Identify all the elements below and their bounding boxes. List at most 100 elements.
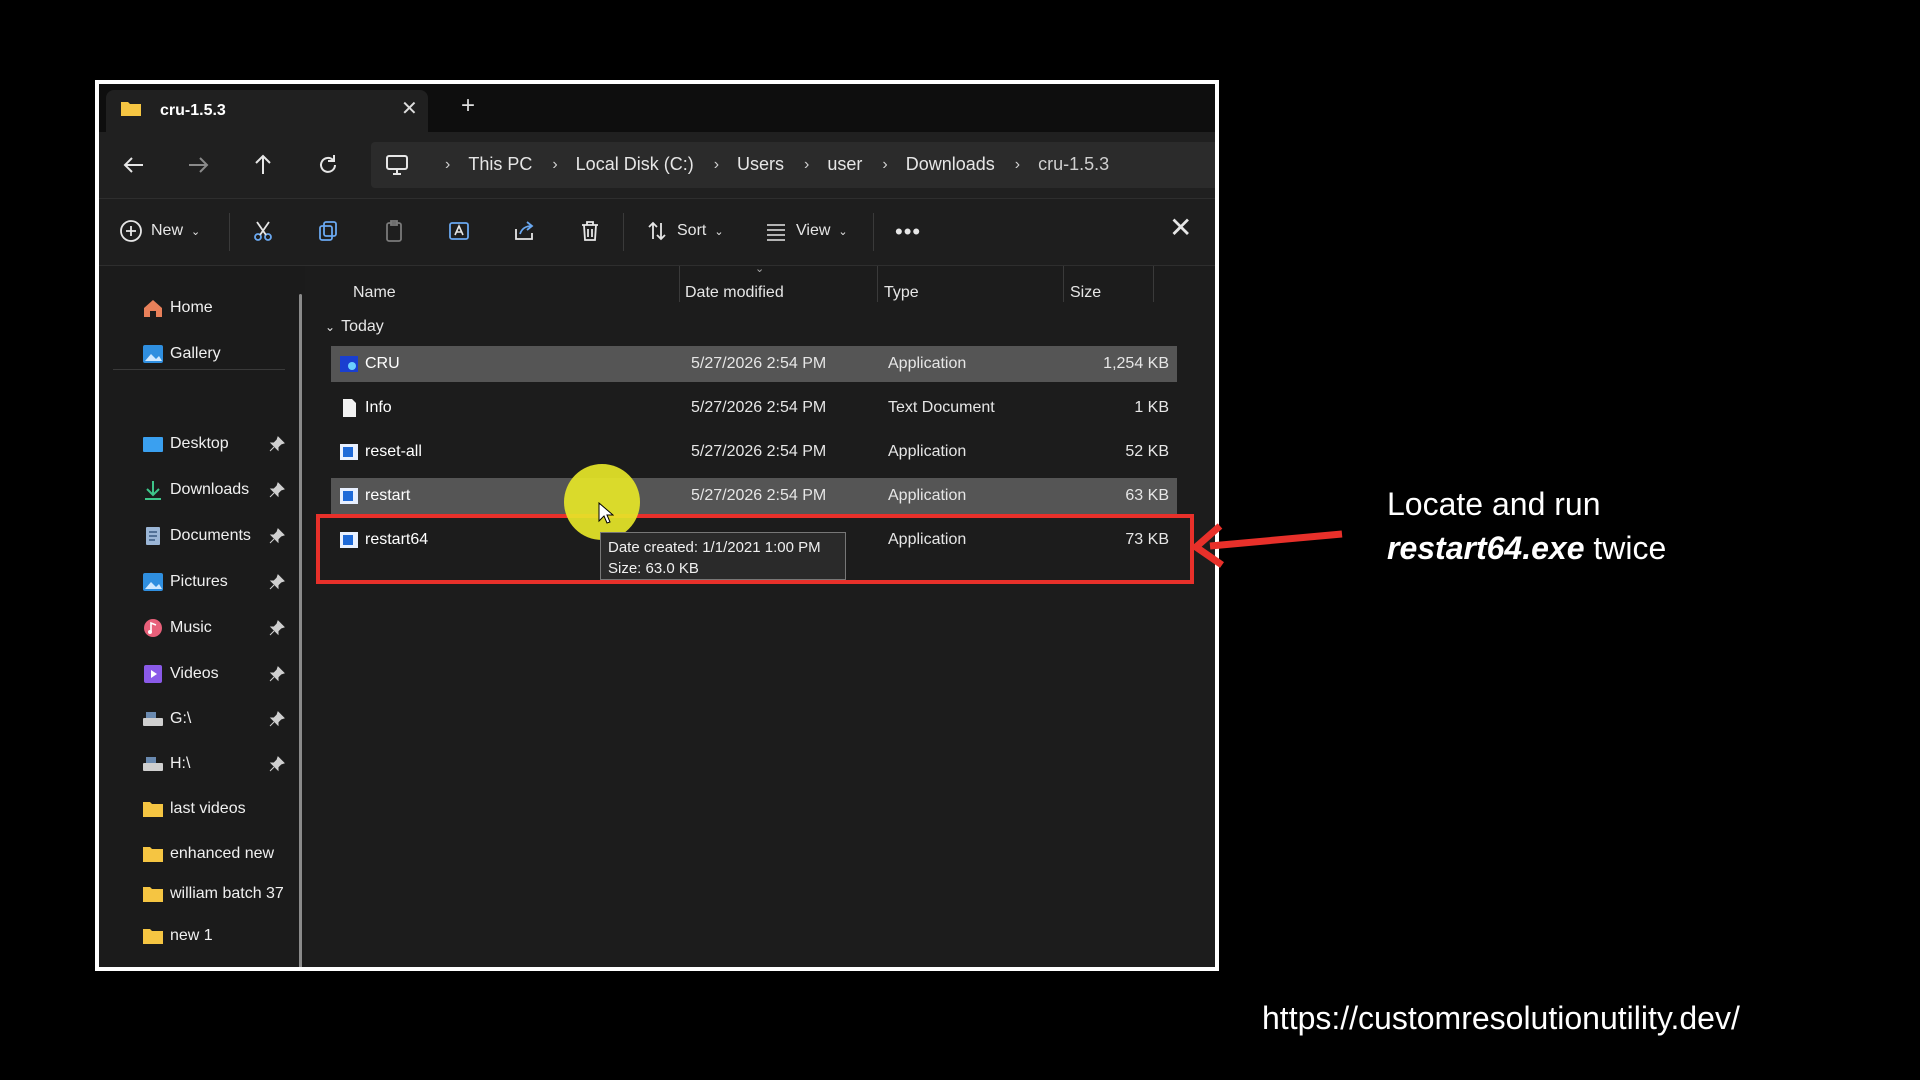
column-header-date[interactable]: Date modified [685,284,784,302]
sidebar-item-label: Desktop [170,435,229,452]
file-date: 5/27/2026 2:54 PM [691,487,827,504]
sidebar-item-home[interactable]: Home [142,296,213,320]
file-type: Application [888,487,967,504]
pin-icon[interactable] [269,756,285,772]
sidebar-item-label: Home [170,299,213,316]
sidebar-item-label: Pictures [170,573,228,590]
view-button[interactable]: View ⌄ [764,219,848,243]
column-divider [1153,266,1154,302]
breadcrumb: › This PC › Local Disk (C:) › Users › us… [425,154,1109,175]
tab-bar: cru-1.5.3 ✕ + [99,84,1215,132]
cut-icon[interactable] [251,219,275,243]
table-row[interactable]: CRU 5/27/2026 2:54 PM Application 1,254 … [331,346,1177,382]
table-row[interactable]: restart 5/27/2026 2:54 PM Application 63… [331,478,1177,514]
table-row[interactable]: reset-all 5/27/2026 2:54 PM Application … [331,434,1177,470]
rename-icon[interactable] [447,219,471,243]
document-icon [146,527,160,545]
caption-filename: restart64.exe [1387,530,1585,566]
breadcrumb-downloads[interactable]: Downloads [906,154,995,175]
chevron-right-icon: › [713,155,720,173]
application-icon [340,444,358,460]
sidebar-item-label: last videos [170,800,246,817]
group-label: Today [341,318,384,335]
divider [873,213,874,251]
drive-icon [143,712,163,726]
sidebar-item-gallery[interactable]: Gallery [142,342,221,366]
close-icon[interactable]: ✕ [401,96,418,121]
new-button[interactable]: New ⌄ [119,219,200,243]
plus-icon[interactable]: + [461,94,475,118]
table-row[interactable]: Info 5/27/2026 2:54 PM Text Document 1 K… [331,390,1177,426]
sidebar-item-label: Downloads [170,481,250,498]
file-list: Name Date modified ⌄ Type Size ⌄ Today C… [313,263,1215,967]
breadcrumb-local-disk[interactable]: Local Disk (C:) [576,154,694,175]
sidebar-item-label: Music [170,619,212,636]
chevron-down-icon: ⌄ [714,225,724,238]
scrollbar[interactable] [299,294,302,967]
paste-icon[interactable] [382,219,406,243]
divider [229,213,230,251]
delete-icon[interactable] [578,219,602,243]
file-name: reset-all [365,443,422,460]
sidebar-item-documents[interactable]: Documents [142,524,251,548]
tab-cru[interactable]: cru-1.5.3 ✕ [106,90,428,132]
file-type: Application [888,355,967,372]
column-header-name[interactable]: Name [353,284,396,302]
chevron-down-icon: ⌄ [325,320,336,334]
file-date: 5/27/2026 2:54 PM [691,355,827,372]
share-icon[interactable] [512,219,536,243]
column-header-type[interactable]: Type [884,284,919,302]
file-name: restart [365,487,411,504]
sidebar-item-folder[interactable]: new 1 [142,924,213,948]
sort-button[interactable]: Sort ⌄ [645,219,724,243]
mouse-pointer-icon [598,502,614,524]
pin-icon[interactable] [269,666,285,682]
breadcrumb-cru[interactable]: cru-1.5.3 [1038,154,1109,175]
breadcrumb-this-pc[interactable]: This PC [468,154,532,175]
back-arrow-icon[interactable] [121,152,147,178]
breadcrumb-users[interactable]: Users [737,154,784,175]
pin-icon[interactable] [269,482,285,498]
sidebar-item-folder[interactable]: enhanced new [142,842,274,866]
more-options-icon[interactable]: ••• [895,219,921,245]
pin-icon[interactable] [269,436,285,452]
sidebar-item-h-drive[interactable]: H:\ [142,752,190,776]
refresh-icon[interactable] [315,152,341,178]
sidebar-item-desktop[interactable]: Desktop [142,432,229,456]
column-header-size[interactable]: Size [1070,284,1101,302]
copy-icon[interactable] [316,219,340,243]
pictures-icon [143,573,163,591]
pin-icon[interactable] [269,711,285,727]
sidebar-item-g-drive[interactable]: G:\ [142,707,191,731]
forward-arrow-icon[interactable] [185,152,211,178]
sidebar-item-folder[interactable]: william batch 37 [142,882,284,906]
sidebar-item-music[interactable]: Music [142,616,212,640]
chevron-right-icon: › [445,155,451,173]
pin-icon[interactable] [269,528,285,544]
sort-icon [648,221,666,241]
caption-line1: Locate and run [1387,486,1601,522]
group-header-today[interactable]: ⌄ Today [325,318,384,336]
sidebar-item-label: G:\ [170,710,192,727]
sidebar-item-videos[interactable]: Videos [142,662,219,686]
pin-icon[interactable] [269,620,285,636]
gallery-icon [143,345,163,363]
pin-icon[interactable] [269,574,285,590]
file-name: CRU [365,355,400,372]
close-icon[interactable]: ✕ [1169,211,1192,244]
chevron-right-icon: › [552,155,558,173]
add-circle-icon [120,220,142,242]
sort-label: Sort [677,222,707,239]
file-type: Text Document [888,399,995,416]
navigation-pane: Home Gallery Desktop Downloads Documents… [99,266,305,967]
divider [623,213,624,251]
sidebar-item-folder[interactable]: last videos [142,797,246,821]
download-icon [145,481,161,500]
address-bar[interactable]: › This PC › Local Disk (C:) › Users › us… [371,142,1215,188]
sidebar-item-downloads[interactable]: Downloads [142,478,249,502]
tooltip: Date created: 1/1/2021 1:00 PM Size: 63.… [600,532,846,580]
breadcrumb-user[interactable]: user [827,154,862,175]
navigation-bar: › This PC › Local Disk (C:) › Users › us… [99,132,1215,199]
up-arrow-icon[interactable] [250,152,276,178]
sidebar-item-pictures[interactable]: Pictures [142,570,228,594]
